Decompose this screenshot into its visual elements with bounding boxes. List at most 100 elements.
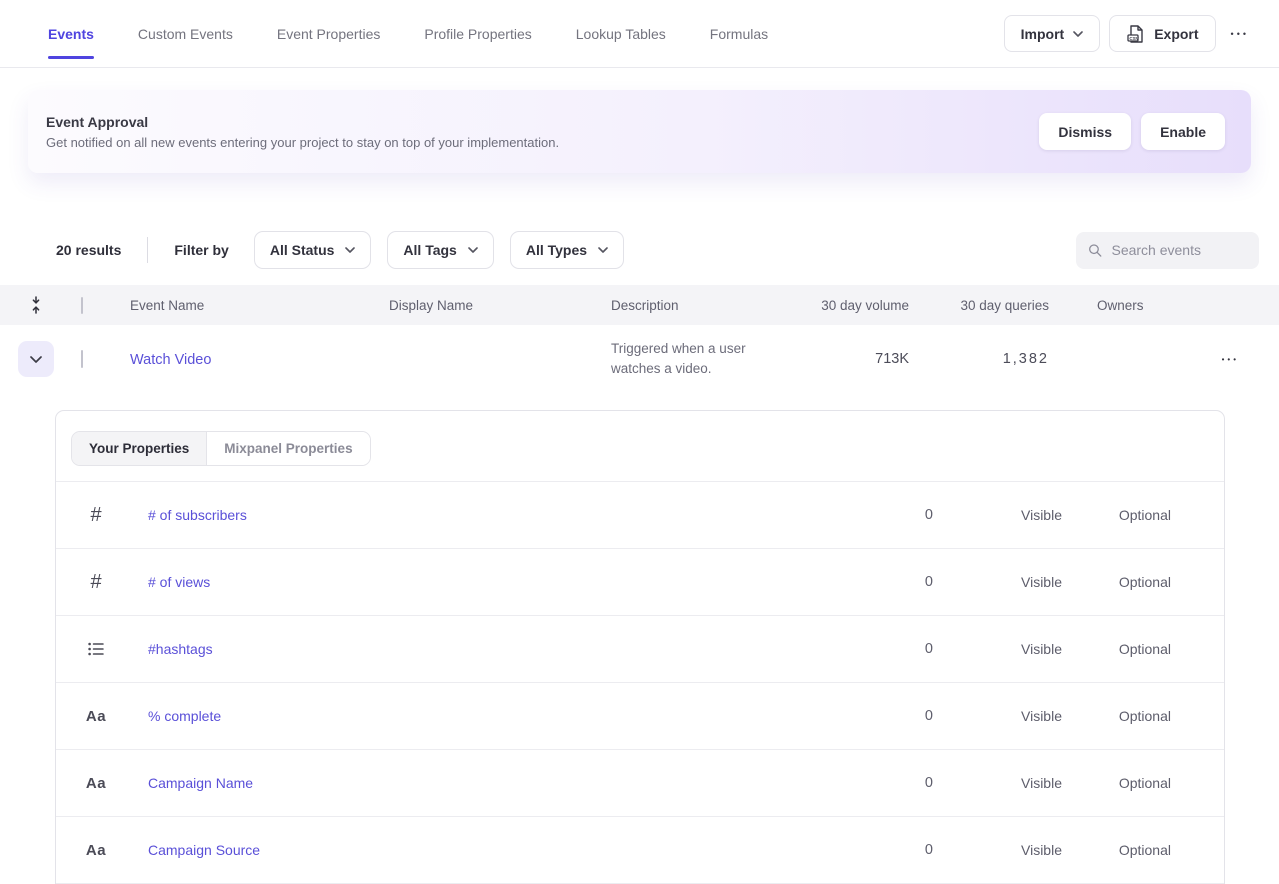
nav-actions: Import CSV Export ••• bbox=[1004, 15, 1255, 52]
row-checkbox[interactable] bbox=[81, 350, 83, 368]
select-all-checkbox[interactable] bbox=[81, 297, 83, 314]
collapse-row-button[interactable] bbox=[18, 341, 54, 377]
tab-lookup-tables[interactable]: Lookup Tables bbox=[576, 22, 666, 46]
enable-button[interactable]: Enable bbox=[1141, 113, 1225, 150]
collapse-all-button[interactable] bbox=[29, 296, 43, 314]
column-30-day-queries: 30 day queries bbox=[909, 298, 1049, 313]
event-queries: 1,382 bbox=[909, 351, 1049, 367]
chevron-down-icon bbox=[345, 247, 355, 253]
property-queries: 0 bbox=[893, 842, 933, 858]
property-visibility: Visible bbox=[933, 775, 1062, 791]
top-navigation: Events Custom Events Event Properties Pr… bbox=[0, 0, 1279, 68]
dismiss-button[interactable]: Dismiss bbox=[1039, 113, 1131, 150]
event-row-watch-video: Watch Video Triggered when a user watche… bbox=[0, 325, 1279, 393]
property-queries: 0 bbox=[893, 775, 933, 791]
filter-by-label: Filter by bbox=[174, 242, 228, 258]
types-filter-dropdown[interactable]: All Types bbox=[510, 231, 624, 269]
import-button-label: Import bbox=[1021, 26, 1065, 42]
types-filter-label: All Types bbox=[526, 242, 587, 258]
results-count: 20 results bbox=[56, 242, 121, 258]
chevron-down-icon bbox=[30, 356, 42, 363]
event-name-link[interactable]: Watch Video bbox=[130, 352, 211, 368]
property-visibility: Visible bbox=[933, 641, 1062, 657]
chevron-down-icon bbox=[598, 247, 608, 253]
events-table-header: Event Name Display Name Description 30 d… bbox=[0, 285, 1279, 325]
properties-list: # # of subscribers 0 Visible Optional # … bbox=[56, 481, 1224, 884]
row-more-button[interactable]: ••• bbox=[1218, 347, 1243, 372]
filter-bar: 20 results Filter by All Status All Tags… bbox=[0, 230, 1279, 270]
property-name-link[interactable]: Campaign Name bbox=[148, 775, 253, 791]
chevron-down-icon bbox=[468, 247, 478, 253]
property-name-link[interactable]: Campaign Source bbox=[148, 842, 260, 858]
number-type-icon: # bbox=[84, 571, 108, 594]
property-requirement: Optional bbox=[1062, 842, 1171, 858]
property-name-link[interactable]: # of subscribers bbox=[148, 507, 247, 523]
property-visibility: Visible bbox=[933, 842, 1062, 858]
column-event-name: Event Name bbox=[130, 298, 342, 313]
tab-custom-events[interactable]: Custom Events bbox=[138, 22, 233, 46]
property-requirement: Optional bbox=[1062, 708, 1171, 724]
svg-text:CSV: CSV bbox=[1130, 35, 1140, 40]
tags-filter-dropdown[interactable]: All Tags bbox=[387, 231, 493, 269]
tab-formulas[interactable]: Formulas bbox=[710, 22, 768, 46]
number-type-icon: # bbox=[84, 504, 108, 527]
collapse-all-icon bbox=[29, 296, 43, 314]
text-type-icon: Aa bbox=[84, 775, 108, 792]
banner-actions: Dismiss Enable bbox=[1039, 113, 1225, 150]
event-description: Triggered when a user watches a video. bbox=[611, 341, 746, 376]
property-queries: 0 bbox=[893, 574, 933, 590]
tab-mixpanel-properties[interactable]: Mixpanel Properties bbox=[206, 432, 369, 465]
properties-tabs: Your Properties Mixpanel Properties bbox=[71, 431, 371, 466]
nav-tabs: Events Custom Events Event Properties Pr… bbox=[48, 22, 768, 46]
column-30-day-volume: 30 day volume bbox=[798, 298, 909, 313]
nav-more-button[interactable]: ••• bbox=[1225, 21, 1255, 47]
column-display-name: Display Name bbox=[389, 298, 569, 313]
property-queries: 0 bbox=[893, 507, 933, 523]
export-button[interactable]: CSV Export bbox=[1109, 15, 1215, 52]
property-visibility: Visible bbox=[933, 507, 1062, 523]
column-description: Description bbox=[611, 298, 798, 313]
property-visibility: Visible bbox=[933, 574, 1062, 590]
list-type-icon bbox=[84, 642, 108, 656]
event-volume: 713K bbox=[798, 351, 909, 367]
property-row: # # of views 0 Visible Optional bbox=[56, 548, 1224, 615]
csv-file-icon: CSV bbox=[1126, 24, 1145, 44]
search-icon bbox=[1088, 242, 1102, 259]
property-requirement: Optional bbox=[1062, 641, 1171, 657]
property-requirement: Optional bbox=[1062, 775, 1171, 791]
property-name-link[interactable]: % complete bbox=[148, 708, 221, 724]
banner-title: Event Approval bbox=[46, 114, 559, 130]
tags-filter-label: All Tags bbox=[403, 242, 456, 258]
text-type-icon: Aa bbox=[84, 842, 108, 859]
property-queries: 0 bbox=[893, 708, 933, 724]
tab-events[interactable]: Events bbox=[48, 22, 94, 46]
property-requirement: Optional bbox=[1062, 507, 1171, 523]
property-row: #hashtags 0 Visible Optional bbox=[56, 615, 1224, 682]
column-owners: Owners bbox=[1097, 298, 1177, 313]
search-events-input[interactable] bbox=[1111, 242, 1247, 258]
banner-description: Get notified on all new events entering … bbox=[46, 135, 559, 150]
property-row: Aa Campaign Name 0 Visible Optional bbox=[56, 749, 1224, 816]
export-button-label: Export bbox=[1154, 26, 1198, 42]
banner-text: Event Approval Get notified on all new e… bbox=[46, 114, 559, 150]
property-row: Aa Campaign Source 0 Visible Optional bbox=[56, 816, 1224, 883]
divider bbox=[147, 237, 148, 263]
property-requirement: Optional bbox=[1062, 574, 1171, 590]
property-name-link[interactable]: #hashtags bbox=[148, 641, 213, 657]
property-name-link[interactable]: # of views bbox=[148, 574, 210, 590]
properties-panel: Your Properties Mixpanel Properties # # … bbox=[55, 410, 1225, 884]
tab-profile-properties[interactable]: Profile Properties bbox=[424, 22, 531, 46]
event-approval-banner: Event Approval Get notified on all new e… bbox=[28, 90, 1251, 173]
tab-event-properties[interactable]: Event Properties bbox=[277, 22, 381, 46]
status-filter-label: All Status bbox=[270, 242, 335, 258]
search-events-box bbox=[1076, 232, 1259, 269]
property-visibility: Visible bbox=[933, 708, 1062, 724]
import-button[interactable]: Import bbox=[1004, 15, 1101, 52]
status-filter-dropdown[interactable]: All Status bbox=[254, 231, 372, 269]
property-row: Aa % complete 0 Visible Optional bbox=[56, 682, 1224, 749]
property-row: # # of subscribers 0 Visible Optional bbox=[56, 481, 1224, 548]
tab-your-properties[interactable]: Your Properties bbox=[72, 432, 206, 465]
chevron-down-icon bbox=[1073, 31, 1083, 37]
text-type-icon: Aa bbox=[84, 708, 108, 725]
property-queries: 0 bbox=[893, 641, 933, 657]
